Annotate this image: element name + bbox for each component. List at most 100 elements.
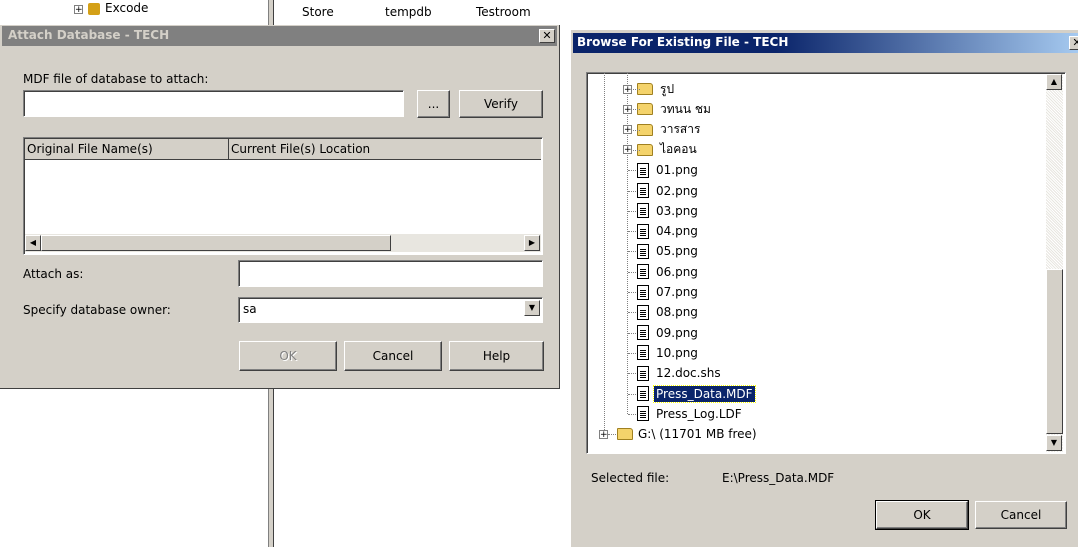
column-divider [228,139,229,159]
expand-icon[interactable]: + [623,125,632,135]
tree-item-label: ไอคอน [660,142,697,157]
tree-file-item[interactable]: 02.png [623,181,700,201]
vertical-scrollbar[interactable]: ▲ ▼ [1046,74,1063,452]
file-icon [637,365,649,381]
cancel-button[interactable]: Cancel [975,501,1067,529]
tree-drive-item[interactable]: + G:\ (11701 MB free) [599,424,757,444]
close-icon[interactable]: ✕ [539,29,555,43]
selected-file-label: Selected file: [591,471,670,485]
tree-item-label: รูป [660,81,675,96]
tree-item-label: 05.png [656,244,698,259]
tree-file-item[interactable]: 09.png [623,323,700,343]
scroll-down-icon[interactable]: ▼ [1046,435,1062,451]
file-icon [637,223,649,239]
file-icon [637,162,649,178]
browse-dialog-titlebar: Browse For Existing File - TECH ✕ [573,33,1078,53]
browse-button[interactable]: ... [417,90,450,118]
mdf-path-input[interactable] [23,90,404,117]
attach-as-label: Attach as: [23,267,84,281]
tree-item-label: Press_Log.LDF [656,406,742,421]
database-icon [88,3,100,15]
column-store: Store [302,5,334,19]
tree-file-item[interactable]: 07.png [623,282,700,302]
vertical-scroll-thumb[interactable] [1046,269,1063,434]
chevron-down-icon[interactable]: ▼ [524,300,540,316]
file-icon [637,243,649,259]
close-icon[interactable]: ✕ [1069,36,1078,50]
scroll-up-icon[interactable]: ▲ [1046,74,1062,90]
drive-label: G:\ (11701 MB free) [638,427,757,442]
file-icon [637,386,649,401]
tree-item-label: 01.png [656,163,698,178]
column-header-location[interactable]: Current File(s) Location [231,142,531,156]
tree-item-label: 10.png [656,345,698,360]
horizontal-scrollbar[interactable]: ◀ ▶ [25,234,541,252]
selected-file-value: E:\Press_Data.MDF [722,471,835,485]
column-tempdb: tempdb [385,5,432,19]
attach-database-dialog: Attach Database - TECH ✕ MDF file of dat… [0,25,560,389]
tree-file-item[interactable]: 08.png [623,302,700,322]
tree-item-label: วทนน ชม [660,101,711,116]
tree-file-item[interactable]: 10.png [623,343,700,363]
tree-file-item[interactable]: 05.png [623,241,700,261]
verify-button[interactable]: Verify [459,90,543,118]
tree-item-label: วารสาร [660,122,701,137]
ok-button[interactable]: OK [875,500,969,530]
scroll-left-icon[interactable]: ◀ [25,235,41,251]
attach-dialog-titlebar: Attach Database - TECH ✕ [2,26,557,46]
file-icon [637,325,649,341]
tree-item-label: 02.png [656,183,698,198]
tree-item-label: 06.png [656,264,698,279]
scroll-thumb[interactable] [41,235,391,251]
drive-folder-icon [617,428,633,441]
file-icon [637,183,649,198]
tree-folder-item[interactable]: + รูป [623,79,676,99]
tree-root-line [604,73,605,433]
tree-branch-line [608,434,616,436]
expand-icon[interactable]: + [599,429,608,439]
files-list[interactable]: Original File Name(s) Current File(s) Lo… [23,137,543,255]
file-icon [637,406,649,422]
tree-file-item[interactable]: 06.png [623,262,700,282]
file-icon [637,203,649,219]
cancel-button[interactable]: Cancel [344,341,442,371]
tree-item-label: Press_Data.MDF [653,384,756,403]
tree-item-label: 09.png [656,325,698,340]
scroll-right-icon[interactable]: ▶ [524,235,540,251]
tree-file-item[interactable]: Press_Data.MDF [623,384,756,404]
tree-folder-item[interactable]: + วทนน ชม [623,99,713,119]
tree-folder-item[interactable]: + ไอคอน [623,140,699,160]
browse-file-dialog: Browse For Existing File - TECH ✕ + รูป + ว… [570,30,1078,547]
file-icon [637,264,649,280]
file-icon [637,304,649,320]
mdf-label: MDF file of database to attach: [23,72,209,86]
tree-folder-item[interactable]: + วารสาร [623,120,702,140]
file-tree[interactable]: + รูป + วทนน ชม + วารสาร + ไอคอน 01.png 02.png 03.… [586,72,1066,454]
attach-dialog-title: Attach Database - TECH [8,28,170,42]
tree-item-label: 04.png [656,224,698,239]
column-header-original[interactable]: Original File Name(s) [27,142,227,156]
files-list-header: Original File Name(s) Current File(s) Lo… [25,139,541,160]
ok-button[interactable]: OK [239,341,337,371]
tree-item-label: 08.png [656,305,698,320]
owner-value: sa [243,302,257,316]
tree-file-item[interactable]: 04.png [623,221,700,241]
tree-file-item[interactable]: 03.png [623,201,700,221]
tree-file-item[interactable]: 01.png [623,160,700,180]
owner-select[interactable]: sa ▼ [238,297,543,323]
tree-file-item[interactable]: Press_Log.LDF [623,404,744,424]
help-button[interactable]: Help [449,341,544,371]
tree-item-label: 12.doc.shs [656,366,721,381]
tree-expand-icon: + [74,5,83,15]
file-icon [637,345,649,361]
file-icon [637,284,649,300]
expand-icon[interactable]: + [623,104,632,114]
attach-as-input[interactable] [238,260,543,287]
owner-label: Specify database owner: [23,303,171,317]
expand-icon[interactable]: + [623,84,632,94]
tree-item-label: 07.png [656,285,698,299]
tree-item-label: 03.png [656,203,698,218]
expand-icon[interactable]: + [623,145,632,155]
tree-file-item[interactable]: 12.doc.shs [623,363,723,383]
tree-item-label[interactable]: Excode [105,1,148,15]
